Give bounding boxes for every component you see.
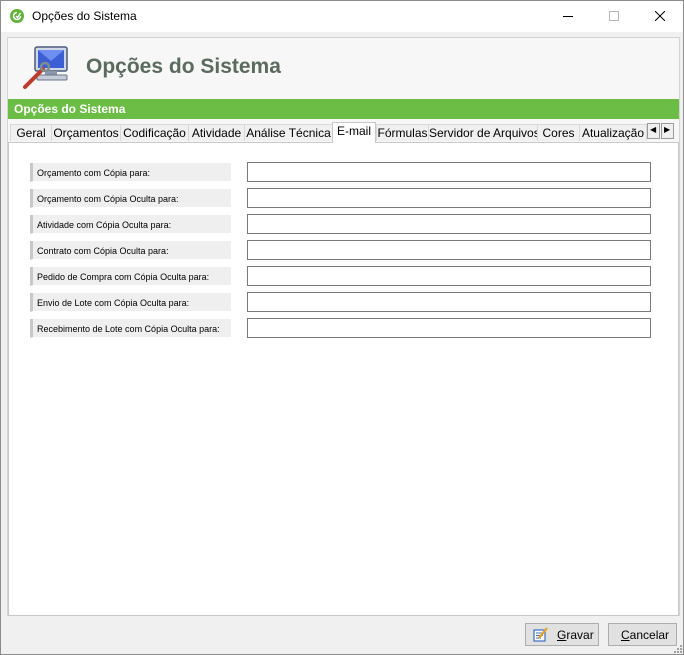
section-title: Opções do Sistema bbox=[14, 102, 126, 116]
dialog-content: Opções do Sistema Opções do Sistema Gera… bbox=[7, 37, 680, 616]
tab-servidor-de-arquivos[interactable]: Servidor de Arquivos bbox=[428, 124, 538, 141]
email-tab-panel: Orçamento com Cópia para: Orçamento com … bbox=[8, 142, 679, 616]
header-title: Opções do Sistema bbox=[86, 55, 281, 78]
minimize-icon bbox=[563, 16, 573, 17]
tab-strip: Geral Orçamentos Codificação Atividade A… bbox=[8, 122, 679, 143]
tab-scroll-left-icon: ◀ bbox=[650, 125, 657, 134]
close-icon bbox=[655, 11, 665, 21]
tab-analise-tecnica[interactable]: Análise Técnica bbox=[244, 124, 333, 141]
field-label: Orçamento com Cópia Oculta para: bbox=[30, 189, 231, 208]
orcamento-copia-oculta-input[interactable] bbox=[247, 188, 651, 208]
window: Opções do Sistema Opções do Sistema Opçõ… bbox=[0, 0, 684, 655]
title-bar[interactable]: Opções do Sistema bbox=[1, 1, 683, 32]
form-row: Orçamento com Cópia para: bbox=[30, 162, 651, 183]
maximize-icon bbox=[609, 11, 619, 21]
save-button[interactable]: Gravar bbox=[525, 623, 599, 646]
tab-scroll-left-button[interactable]: ◀ bbox=[647, 123, 660, 139]
save-icon bbox=[533, 627, 548, 642]
envio-lote-copia-oculta-input[interactable] bbox=[247, 292, 651, 312]
tab-email[interactable]: E-mail bbox=[332, 122, 376, 143]
form-row: Contrato com Cópia Oculta para: bbox=[30, 240, 651, 261]
window-title: Opções do Sistema bbox=[32, 9, 137, 23]
field-label: Atividade com Cópia Oculta para: bbox=[30, 215, 231, 234]
atividade-copia-oculta-input[interactable] bbox=[247, 214, 651, 234]
tab-geral[interactable]: Geral bbox=[10, 124, 52, 141]
tab-scroll-right-button[interactable]: ▶ bbox=[661, 123, 674, 139]
dialog-header: Opções do Sistema bbox=[8, 38, 679, 96]
maximize-button[interactable] bbox=[591, 1, 637, 32]
field-label: Pedido de Compra com Cópia Oculta para: bbox=[30, 267, 231, 286]
form-row: Recebimento de Lote com Cópia Oculta par… bbox=[30, 318, 651, 339]
tab-scroll-right-icon: ▶ bbox=[664, 125, 671, 134]
field-label: Envio de Lote com Cópia Oculta para: bbox=[30, 293, 231, 312]
resize-grip-icon[interactable] bbox=[673, 644, 683, 654]
contrato-copia-oculta-input[interactable] bbox=[247, 240, 651, 260]
form-row: Envio de Lote com Cópia Oculta para: bbox=[30, 292, 651, 313]
section-bar: Opções do Sistema bbox=[8, 99, 679, 119]
field-label: Contrato com Cópia Oculta para: bbox=[30, 241, 231, 260]
form-row: Atividade com Cópia Oculta para: bbox=[30, 214, 651, 235]
tab-atividade[interactable]: Atividade bbox=[188, 124, 245, 141]
tab-codificacao[interactable]: Codificação bbox=[120, 124, 189, 141]
form-row: Orçamento com Cópia Oculta para: bbox=[30, 188, 651, 209]
cancel-button-label: Cancelar bbox=[621, 628, 670, 642]
pedido-compra-copia-oculta-input[interactable] bbox=[247, 266, 651, 286]
form-row: Pedido de Compra com Cópia Oculta para: bbox=[30, 266, 651, 287]
orcamento-copia-input[interactable] bbox=[247, 162, 651, 182]
close-button[interactable] bbox=[637, 1, 683, 32]
field-label: Recebimento de Lote com Cópia Oculta par… bbox=[30, 319, 231, 338]
tab-atualizacao[interactable]: Atualização bbox=[579, 124, 647, 141]
save-button-label: Gravar bbox=[557, 628, 594, 642]
cancel-button[interactable]: Cancelar bbox=[608, 623, 677, 646]
tab-orcamentos[interactable]: Orçamentos bbox=[51, 124, 121, 141]
minimize-button[interactable] bbox=[545, 1, 591, 32]
system-options-icon bbox=[23, 46, 68, 89]
field-label: Orçamento com Cópia para: bbox=[30, 163, 231, 182]
tab-formulas[interactable]: Fórmulas bbox=[376, 124, 429, 141]
tab-cores[interactable]: Cores bbox=[537, 124, 580, 141]
app-logo-icon bbox=[10, 9, 24, 23]
recebimento-lote-copia-oculta-input[interactable] bbox=[247, 318, 651, 338]
